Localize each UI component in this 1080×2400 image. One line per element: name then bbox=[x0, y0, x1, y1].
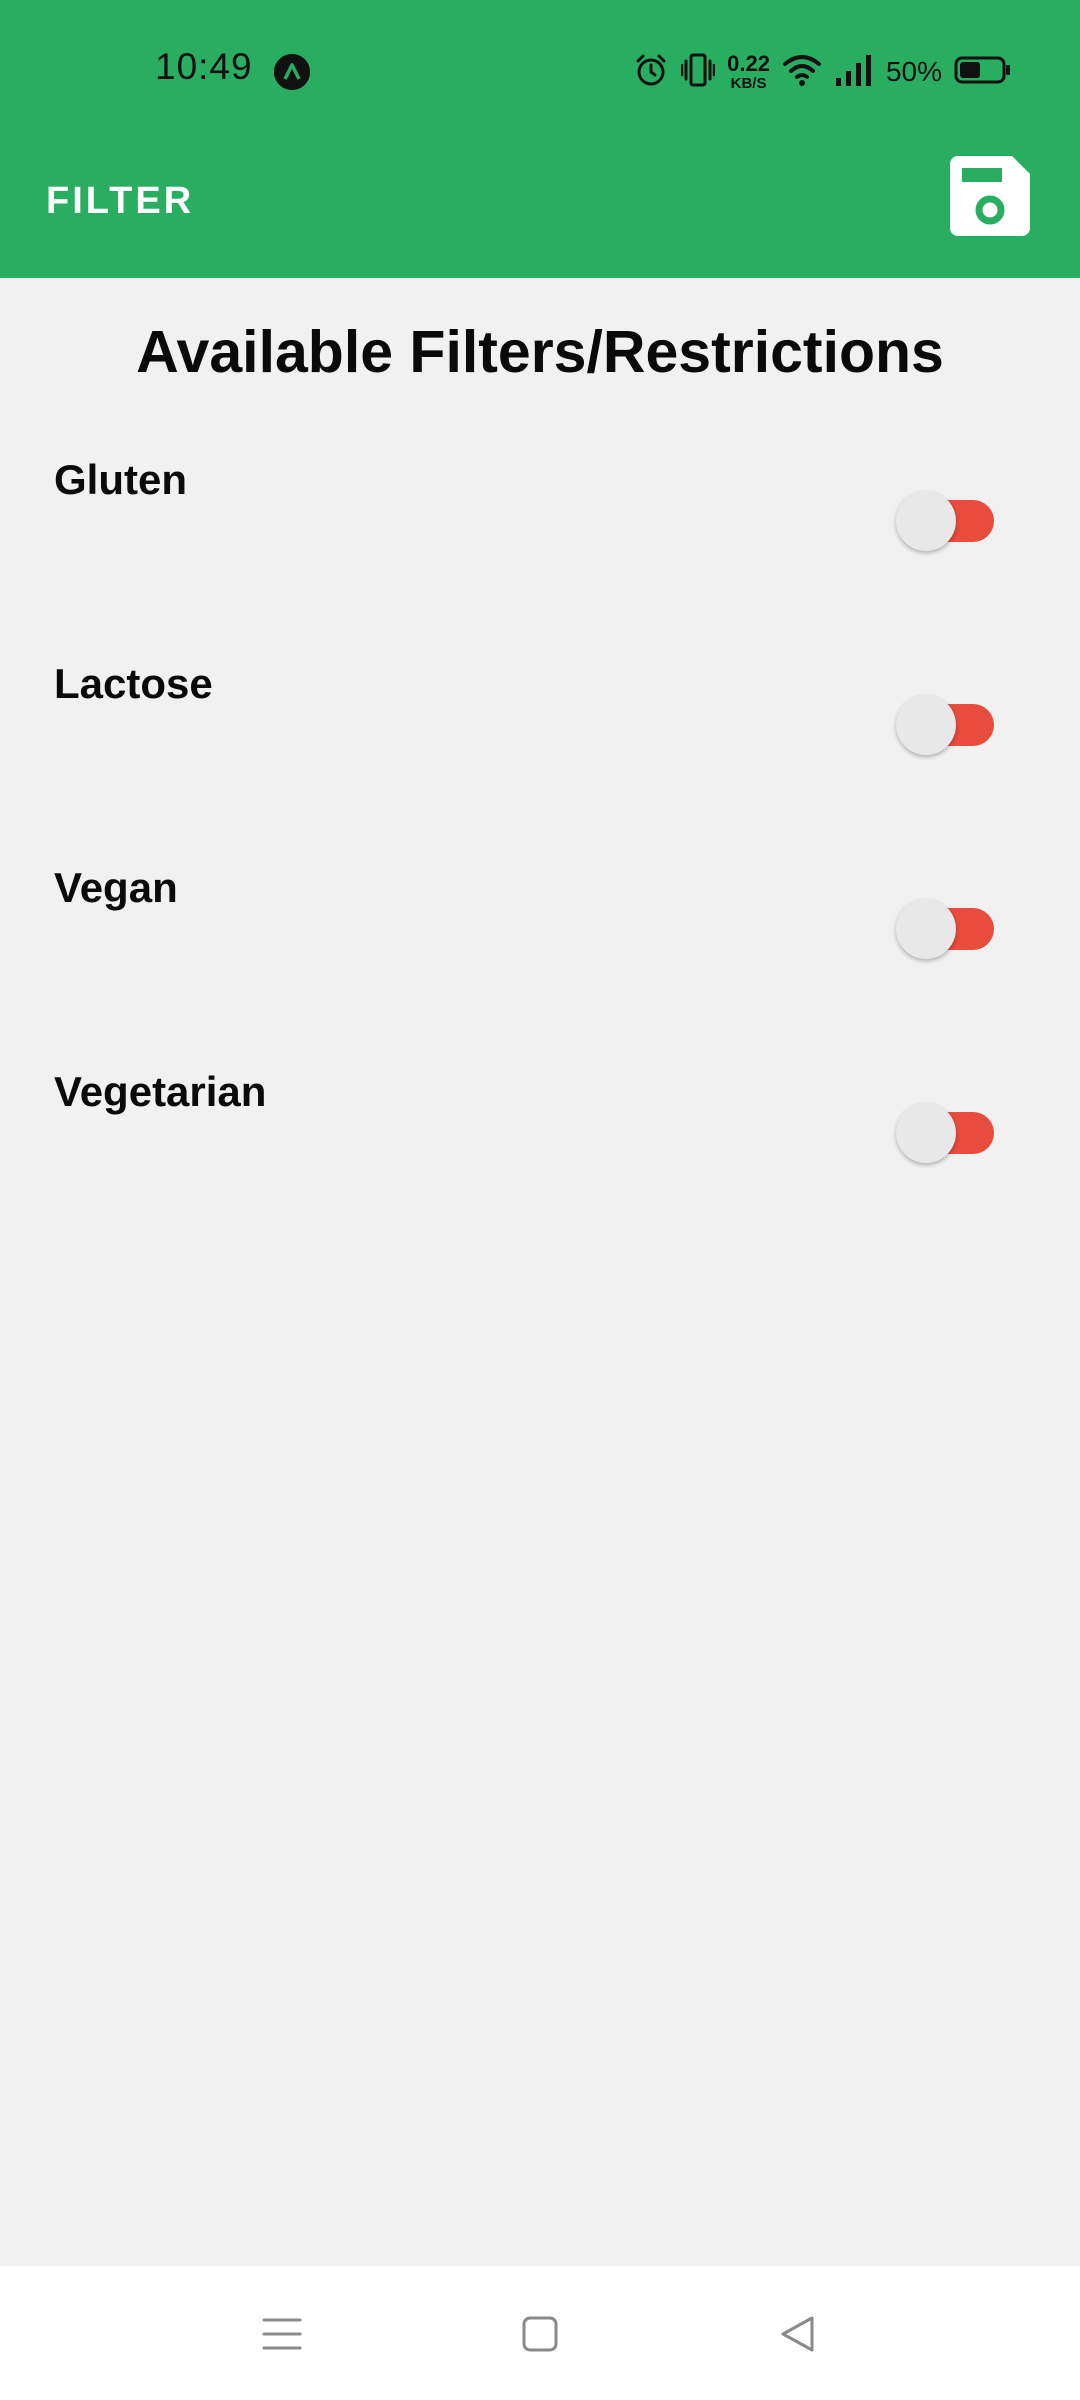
filter-row-vegetarian: Vegetarian bbox=[0, 1068, 1080, 1228]
vegetarian-switch[interactable] bbox=[896, 1096, 994, 1163]
lactose-switch[interactable] bbox=[896, 688, 994, 755]
filter-label: Vegan bbox=[54, 864, 178, 911]
filter-label: Lactose bbox=[54, 660, 213, 707]
home-icon bbox=[522, 2316, 558, 2352]
switch-thumb bbox=[896, 899, 956, 959]
status-icons: 0.22 KB/S 50% bbox=[633, 48, 1012, 96]
page-title: Available Filters/Restrictions bbox=[136, 319, 944, 385]
home-button[interactable] bbox=[510, 2306, 570, 2362]
navigation-bar bbox=[0, 2266, 1080, 2400]
back-icon bbox=[781, 2316, 814, 2352]
menu-button[interactable] bbox=[252, 2306, 312, 2362]
back-button[interactable] bbox=[768, 2306, 828, 2362]
app-notification-icon bbox=[274, 54, 310, 90]
filter-row-gluten: Gluten bbox=[0, 456, 1080, 616]
network-speed-value: 0.22 bbox=[727, 51, 770, 76]
gluten-switch[interactable] bbox=[896, 484, 994, 551]
signal-icon bbox=[834, 52, 874, 93]
filter-row-lactose: Lactose bbox=[0, 660, 1080, 820]
status-time: 10:49 bbox=[155, 46, 253, 87]
status-bar: 10:49 0.22 KB/S 50% bbox=[0, 0, 1080, 140]
app-title: FILTER bbox=[46, 180, 195, 222]
app-bar: FILTER bbox=[0, 140, 1080, 278]
vibrate-icon bbox=[680, 51, 716, 94]
vegan-switch[interactable] bbox=[896, 892, 994, 959]
battery-percent: 50% bbox=[885, 56, 942, 87]
save-icon bbox=[950, 156, 1030, 236]
filter-label: Vegetarian bbox=[54, 1068, 267, 1115]
switch-thumb bbox=[896, 491, 956, 551]
switch-thumb bbox=[896, 1103, 956, 1163]
header: 10:49 0.22 KB/S 50% FILTER bbox=[0, 0, 1080, 278]
save-button[interactable] bbox=[948, 154, 1032, 238]
network-speed-unit: KB/S bbox=[730, 75, 767, 92]
battery-icon bbox=[954, 55, 1012, 90]
alarm-icon bbox=[633, 52, 669, 93]
switch-thumb bbox=[896, 695, 956, 755]
network-speed: 0.22 KB/S bbox=[727, 51, 770, 92]
menu-icon bbox=[262, 2318, 302, 2350]
wifi-icon bbox=[782, 52, 822, 93]
filter-row-vegan: Vegan bbox=[0, 864, 1080, 1024]
filter-label: Gluten bbox=[54, 456, 187, 503]
